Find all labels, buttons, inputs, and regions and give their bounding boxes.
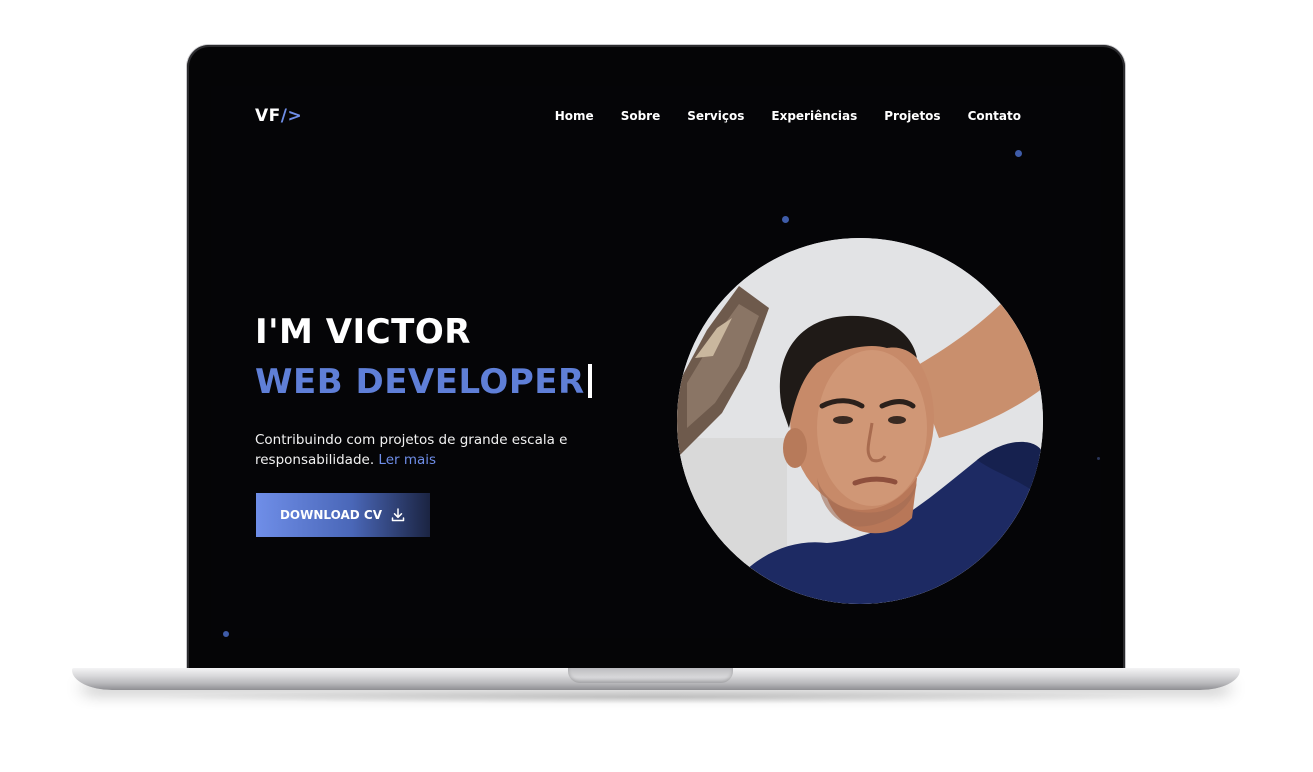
nav-link-projetos[interactable]: Projetos [884, 109, 940, 123]
nav-link-sobre[interactable]: Sobre [621, 109, 661, 123]
nav-link-contato[interactable]: Contato [968, 109, 1021, 123]
decor-dot [1097, 457, 1100, 460]
nav-link-experiencias[interactable]: Experiências [771, 109, 857, 123]
site-logo[interactable]: VF/> [255, 106, 302, 126]
decor-dot [223, 631, 229, 637]
hero-description: Contribuindo com projetos de grande esca… [255, 430, 615, 470]
decor-dot [782, 216, 789, 223]
profile-photo [677, 238, 1043, 604]
download-cv-label: DOWNLOAD CV [279, 508, 383, 522]
typing-cursor [587, 364, 592, 398]
hero-role-text: WEB DEVELOPER [255, 362, 585, 402]
logo-code-mark: /> [280, 106, 303, 126]
nav-link-home[interactable]: Home [555, 109, 594, 123]
hero-role: WEB DEVELOPER [255, 362, 592, 402]
decor-dot [1015, 150, 1022, 157]
download-icon [390, 507, 406, 523]
nav-link-servicos[interactable]: Serviços [687, 109, 744, 123]
logo-initials: VF [255, 106, 281, 126]
profile-photo-illustration [677, 238, 1043, 604]
hero-greeting: I'M VICTOR [255, 312, 471, 352]
download-cv-button[interactable]: DOWNLOAD CV [256, 493, 430, 537]
laptop-notch [568, 668, 733, 683]
main-nav: Home Sobre Serviços Experiências Projeto… [528, 109, 1021, 123]
laptop-screen: VF/> Home Sobre Serviços Experiências Pr… [211, 86, 1101, 638]
laptop-shadow [150, 690, 1160, 704]
read-more-link[interactable]: Ler mais [378, 452, 436, 468]
